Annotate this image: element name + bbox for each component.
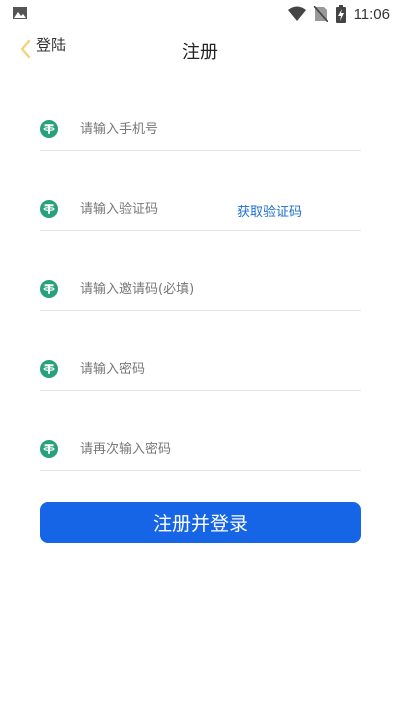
- register-login-button[interactable]: 注册并登录: [40, 502, 361, 543]
- get-code-button[interactable]: 获取验证码: [237, 201, 302, 220]
- tether-coin-icon: [40, 280, 58, 298]
- password-field: [40, 348, 361, 391]
- phone-field: [40, 108, 361, 151]
- tether-coin-icon: [40, 200, 58, 218]
- page-title: 注册: [182, 42, 218, 63]
- tether-coin-icon: [40, 440, 58, 458]
- nav-bar: 登陆 注册: [0, 28, 400, 72]
- battery-charging-icon: [335, 5, 346, 23]
- status-left: [12, 5, 28, 25]
- confirm-password-input[interactable]: [80, 436, 350, 462]
- confirm-password-field: [40, 428, 361, 471]
- status-time: 11:06: [353, 5, 390, 23]
- status-bar: 11:06: [0, 0, 400, 28]
- code-input[interactable]: [80, 196, 260, 222]
- tether-coin-icon: [40, 120, 58, 138]
- invite-code-input[interactable]: [80, 276, 350, 302]
- password-input[interactable]: [80, 356, 350, 382]
- code-field: 获取验证码: [40, 188, 361, 231]
- register-form: 获取验证码: [40, 108, 361, 508]
- no-sim-icon: [313, 6, 328, 22]
- wifi-icon: [287, 6, 306, 21]
- image-icon: [13, 7, 27, 19]
- phone-input[interactable]: [80, 116, 350, 142]
- invite-field: [40, 268, 361, 311]
- status-right: 11:06: [287, 4, 390, 24]
- tether-coin-icon: [40, 360, 58, 378]
